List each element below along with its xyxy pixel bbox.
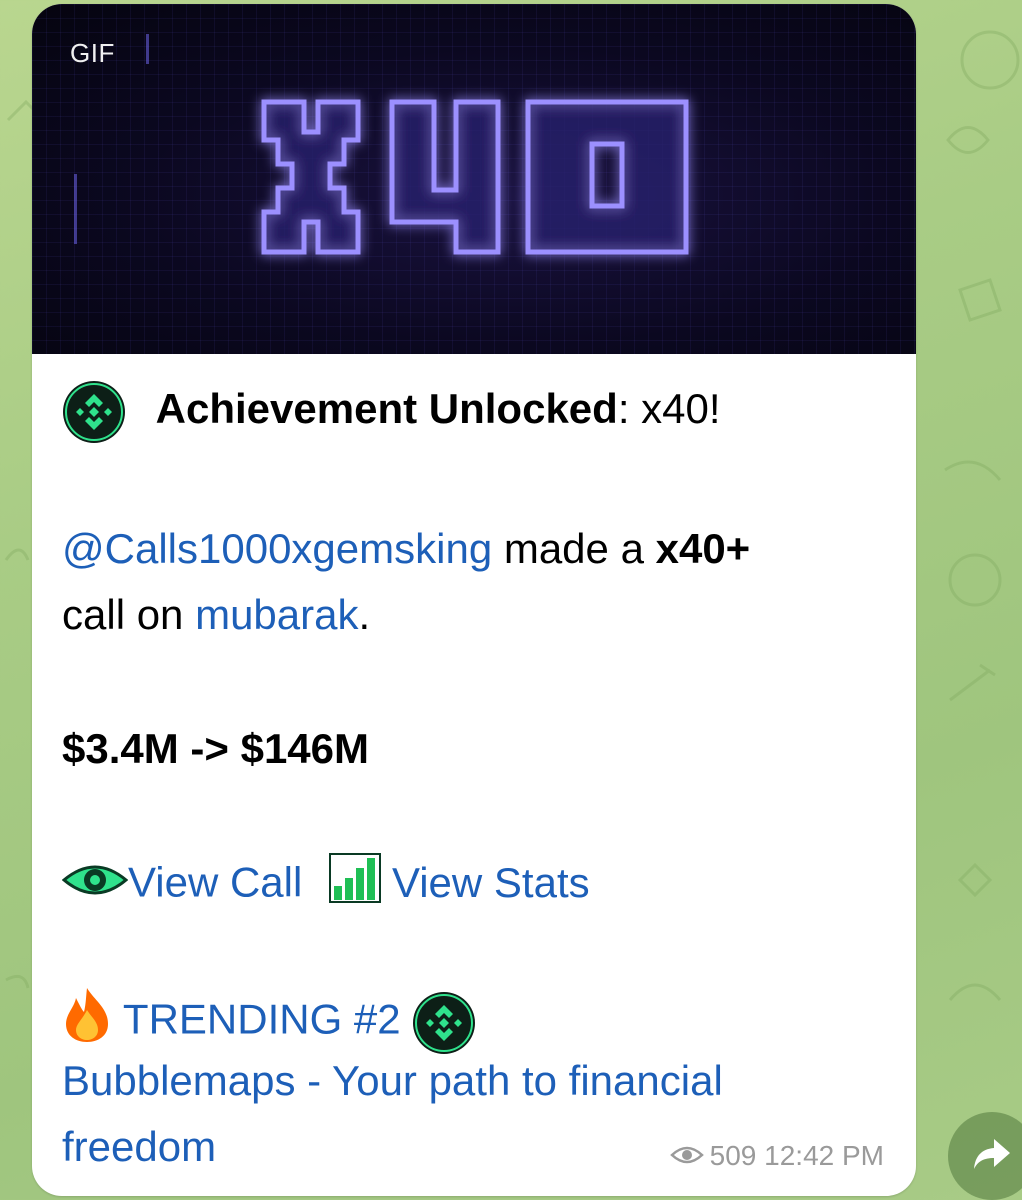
gif-badge: GIF	[70, 38, 115, 68]
views-eye-icon	[669, 1142, 704, 1174]
view-stats-link[interactable]: View Stats	[392, 859, 590, 906]
mention-row: @Calls1000xgemsking made a x40+	[62, 520, 750, 578]
gif-media[interactable]: GIF	[32, 4, 916, 354]
promo-link-line2[interactable]: freedom	[62, 1118, 216, 1176]
actions-row: View Call View Stats	[61, 852, 590, 919]
eye-icon	[61, 857, 129, 915]
user-mention-link[interactable]: @Calls1000xgemsking	[62, 525, 492, 572]
achievement-value: : x40!	[617, 385, 721, 433]
binance-coin-icon	[412, 991, 476, 1055]
fire-icon	[62, 986, 112, 1059]
binance-coin-icon	[62, 380, 126, 444]
price-change: $3.4M -> $146M	[62, 725, 370, 772]
message-bubble[interactable]: GIF Achievement Unlocked: x40! @Calls100…	[32, 4, 916, 1196]
token-link[interactable]: mubarak	[195, 591, 358, 638]
call-on-text: call on	[62, 591, 196, 638]
message-meta: 509 12:42 PM	[669, 1140, 884, 1174]
trending-row: TRENDING #2	[62, 986, 476, 1059]
share-icon	[972, 1137, 1012, 1176]
multiplier-text: x40+	[655, 525, 751, 572]
share-button[interactable]	[948, 1112, 1022, 1200]
made-a-text: made a	[492, 525, 656, 572]
promo-link-line1[interactable]: Bubblemaps - Your path to financial	[62, 1052, 723, 1110]
bar-chart-icon	[328, 852, 382, 919]
x40-neon-graphic	[261, 99, 689, 255]
view-call-link[interactable]: View Call	[128, 859, 302, 906]
period-text: .	[358, 591, 371, 638]
message-time: 12:42 PM	[764, 1140, 884, 1172]
trending-label[interactable]: TRENDING #2	[112, 996, 401, 1043]
call-on-row: call on mubarak.	[62, 586, 370, 644]
achievement-title-row: Achievement Unlocked: x40!	[62, 380, 721, 444]
achievement-title: Achievement Unlocked	[155, 385, 618, 433]
view-count: 509	[709, 1140, 757, 1172]
